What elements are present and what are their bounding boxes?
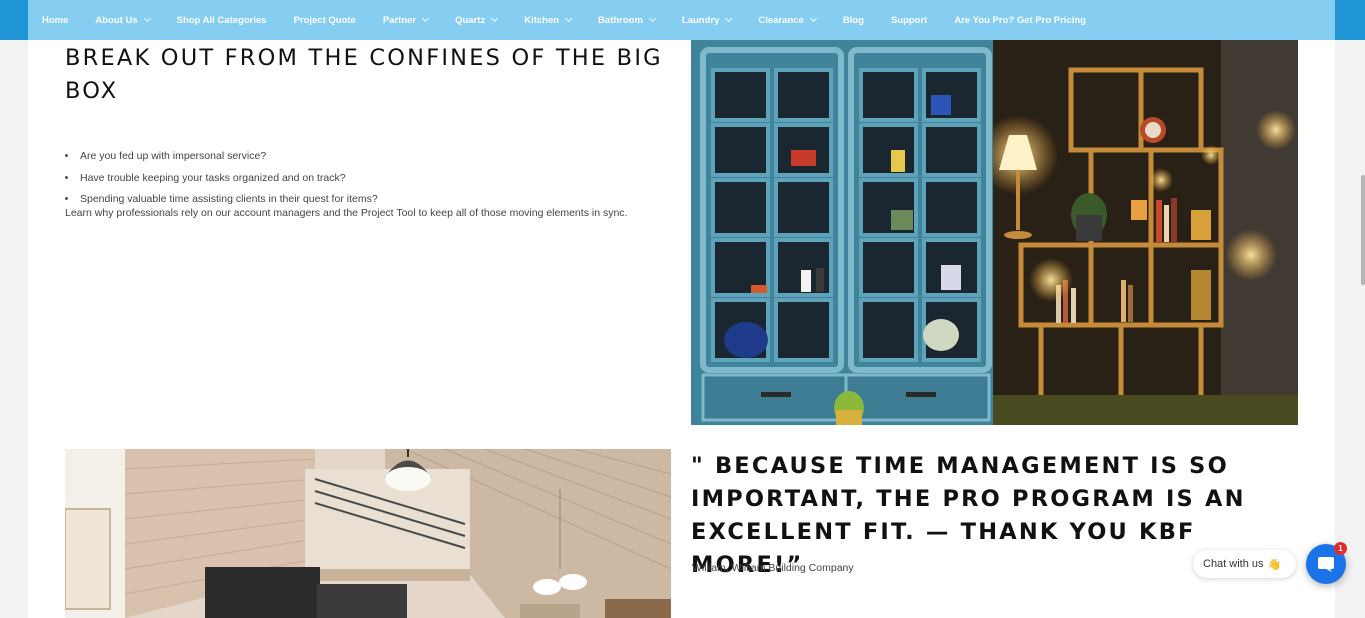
chat-label: Chat with us	[1203, 558, 1264, 570]
nav-about-us-label: About Us	[95, 14, 138, 26]
nav-clearance[interactable]: Clearance	[758, 14, 817, 26]
chevron-down-icon	[491, 14, 499, 23]
section-heading: BREAK OUT FROM THE CONFINES OF THE BIG B…	[65, 45, 663, 104]
section-body-text: Learn why professionals rely on our acco…	[65, 207, 628, 219]
nav-project-quote-label: Project Quote	[293, 14, 356, 26]
chat-icon	[1318, 557, 1334, 572]
nav-blog[interactable]: Blog	[843, 15, 864, 26]
nav-support-label: Support	[890, 14, 928, 26]
nav-edge-right	[1335, 0, 1365, 40]
nav-about-us[interactable]: About Us	[95, 14, 151, 26]
nav-project-quote[interactable]: Project Quote	[294, 15, 356, 26]
nav-kitchen[interactable]: Kitchen	[524, 14, 573, 26]
nav-partner-label: Partner	[382, 14, 417, 26]
nav-shop-all-categories[interactable]: Shop All Categories	[177, 15, 267, 26]
chevron-down-icon	[809, 14, 817, 23]
chevron-down-icon	[725, 14, 733, 23]
nav-kitchen-label: Kitchen	[524, 14, 560, 26]
wave-icon: 👋	[1267, 558, 1282, 571]
nav-bathroom-label: Bathroom	[598, 14, 643, 26]
list-item: Are you fed up with impersonal service?	[65, 149, 665, 163]
nav-support[interactable]: Support	[891, 15, 927, 26]
nav-clearance-label: Clearance	[758, 14, 804, 26]
chevron-down-icon	[648, 14, 656, 23]
nav-partner[interactable]: Partner	[382, 14, 430, 26]
cabinet-shelves-photo	[691, 40, 1298, 425]
chevron-down-icon	[422, 14, 430, 23]
page-scrollbar[interactable]	[1361, 175, 1365, 285]
nav-blog-label: Blog	[842, 14, 864, 26]
main-nav: Home About Us Shop All Categories Projec…	[28, 0, 1335, 40]
chevron-down-icon	[143, 14, 151, 23]
nav-home[interactable]: Home	[42, 15, 68, 26]
nav-quartz-label: Quartz	[455, 14, 486, 26]
nav-get-pro-pricing-label: Are You Pro? Get Pro Pricing	[954, 14, 1086, 26]
list-item: Have trouble keeping your tasks organize…	[65, 171, 665, 185]
chat-notification-badge: 1	[1334, 542, 1347, 555]
nav-home-label: Home	[42, 14, 69, 26]
nav-edge-left	[0, 0, 28, 40]
nav-quartz[interactable]: Quartz	[455, 14, 499, 26]
attic-interior-photo	[65, 449, 671, 618]
nav-laundry-label: Laundry	[681, 14, 720, 26]
feature-bullet-list: Are you fed up with impersonal service? …	[65, 149, 665, 214]
nav-bathroom[interactable]: Bathroom	[598, 14, 656, 26]
testimonial-attribution: William, William Building Company	[692, 562, 854, 574]
chat-greeting-bubble[interactable]: Chat with us 👋	[1193, 550, 1296, 578]
nav-get-pro-pricing[interactable]: Are You Pro? Get Pro Pricing	[954, 15, 1086, 26]
chevron-down-icon	[565, 14, 573, 23]
list-item: Spending valuable time assisting clients…	[65, 192, 665, 206]
nav-shop-label: Shop All Categories	[176, 14, 267, 26]
nav-laundry[interactable]: Laundry	[681, 14, 733, 26]
